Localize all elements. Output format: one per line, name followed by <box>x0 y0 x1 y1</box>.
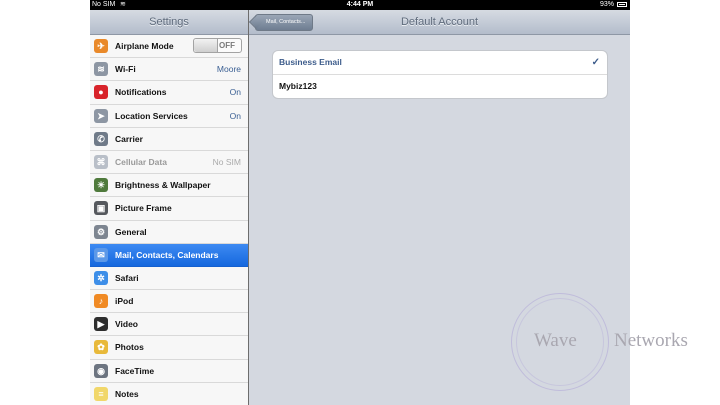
safari-icon: ✲ <box>94 270 108 285</box>
mail-icon: ✉ <box>94 247 108 262</box>
sidebar-title: Settings <box>90 10 248 35</box>
gear-icon: ⚙ <box>94 224 108 239</box>
phone-icon: ✆ <box>94 131 108 146</box>
picture-frame-icon: ▣ <box>94 201 108 216</box>
sidebar-item-label: Safari <box>115 272 139 283</box>
sidebar-item-label: Video <box>115 319 138 330</box>
sidebar-item-airplane-mode[interactable]: ✈ Airplane Mode OFF <box>90 35 248 59</box>
battery-percent: 93% <box>599 1 614 8</box>
checkmark-icon: ✓ <box>591 57 600 68</box>
sidebar-item-label: Brightness & Wallpaper <box>115 180 211 191</box>
location-icon: ➤ <box>94 108 108 123</box>
sidebar-item-label: iPod <box>115 296 134 307</box>
notifications-icon: ● <box>94 85 108 100</box>
sidebar-item-photos[interactable]: ✿ Photos <box>90 336 248 360</box>
sidebar-item-label: Carrier <box>115 133 143 144</box>
sidebar-item-facetime[interactable]: ◉ FaceTime <box>90 360 248 383</box>
brightness-icon: ☀ <box>94 178 108 193</box>
sidebar-item-carrier[interactable]: ✆ Carrier <box>90 128 248 151</box>
sidebar-item-label: General <box>115 226 147 237</box>
cellular-icon: ⌘ <box>94 154 108 169</box>
sidebar-item-value: No SIM <box>212 156 241 167</box>
sidebar-item-value: On <box>229 110 241 121</box>
sidebar-item-label: Cellular Data <box>115 156 167 167</box>
facetime-icon: ◉ <box>94 363 108 378</box>
ipod-icon: ♪ <box>94 294 108 309</box>
sidebar-item-value: Moore <box>216 64 241 75</box>
toggle-state: OFF <box>219 41 235 50</box>
sidebar-item-location-services[interactable]: ➤ Location Services On <box>90 105 248 128</box>
account-list: Business Email ✓ Mybiz123 <box>272 50 608 99</box>
sidebar-item-label: Wi-Fi <box>115 64 136 75</box>
sidebar-item-cellular-data[interactable]: ⌘ Cellular Data No SIM <box>90 151 248 175</box>
sidebar-item-label: Notes <box>115 388 139 399</box>
wifi-icon: ≋ <box>94 62 108 77</box>
sidebar-item-mail-contacts-calendars[interactable]: ✉ Mail, Contacts, Calendars <box>90 243 248 267</box>
battery-icon <box>617 2 627 7</box>
notes-icon: ≡ <box>94 386 108 401</box>
account-option[interactable]: Business Email ✓ <box>273 51 607 74</box>
sidebar-item-label: Mail, Contacts, Calendars <box>115 249 219 260</box>
sidebar-item-picture-frame[interactable]: ▣ Picture Frame <box>90 197 248 221</box>
settings-list: ✈ Airplane Mode OFF ≋ Wi-Fi Moore ● Notificatio… <box>90 35 248 405</box>
sidebar-item-label: FaceTime <box>115 365 155 376</box>
status-bar: No SIM ≋ 4:44 PM 93% <box>90 0 630 10</box>
settings-sidebar: Settings ✈ Airplane Mode OFF ≋ Wi-Fi Moore ● No… <box>90 10 249 405</box>
sidebar-item-label: Notifications <box>115 87 167 98</box>
sidebar-item-video[interactable]: ▶ Video <box>90 313 248 337</box>
sidebar-item-label: Photos <box>115 342 144 353</box>
sidebar-item-notes[interactable]: ≡ Notes <box>90 383 248 405</box>
page-title: Default Account <box>400 16 479 28</box>
account-label: Business Email <box>279 57 342 67</box>
detail-nav-bar: Mail, Contacts... Default Account <box>249 10 630 35</box>
video-icon: ▶ <box>94 317 108 332</box>
sidebar-item-wi-fi[interactable]: ≋ Wi-Fi Moore <box>90 58 248 82</box>
ipad-screen: No SIM ≋ 4:44 PM 93% Settings ✈ Airplane … <box>90 0 630 405</box>
sidebar-item-label: Picture Frame <box>115 203 172 214</box>
toggle-knob[interactable] <box>194 39 218 52</box>
clock: 4:44 PM <box>346 1 374 8</box>
photos-icon: ✿ <box>94 340 108 355</box>
sidebar-item-brightness-wallpaper[interactable]: ☀ Brightness & Wallpaper <box>90 174 248 198</box>
detail-pane: Mail, Contacts... Default Account Busine… <box>249 10 630 405</box>
sidebar-item-safari[interactable]: ✲ Safari <box>90 267 248 291</box>
sidebar-item-value: On <box>229 87 241 98</box>
account-label: Mybiz123 <box>279 81 317 91</box>
sidebar-item-label: Location Services <box>115 110 188 121</box>
airplane-icon: ✈ <box>94 39 108 53</box>
sidebar-item-notifications[interactable]: ● Notifications On <box>90 81 248 105</box>
sidebar-item-ipod[interactable]: ♪ iPod <box>90 290 248 314</box>
account-option[interactable]: Mybiz123 <box>273 74 607 98</box>
airplane-mode-toggle[interactable]: OFF <box>193 38 242 53</box>
sidebar-item-general[interactable]: ⚙ General <box>90 221 248 244</box>
sidebar-item-label: Airplane Mode <box>115 41 174 51</box>
